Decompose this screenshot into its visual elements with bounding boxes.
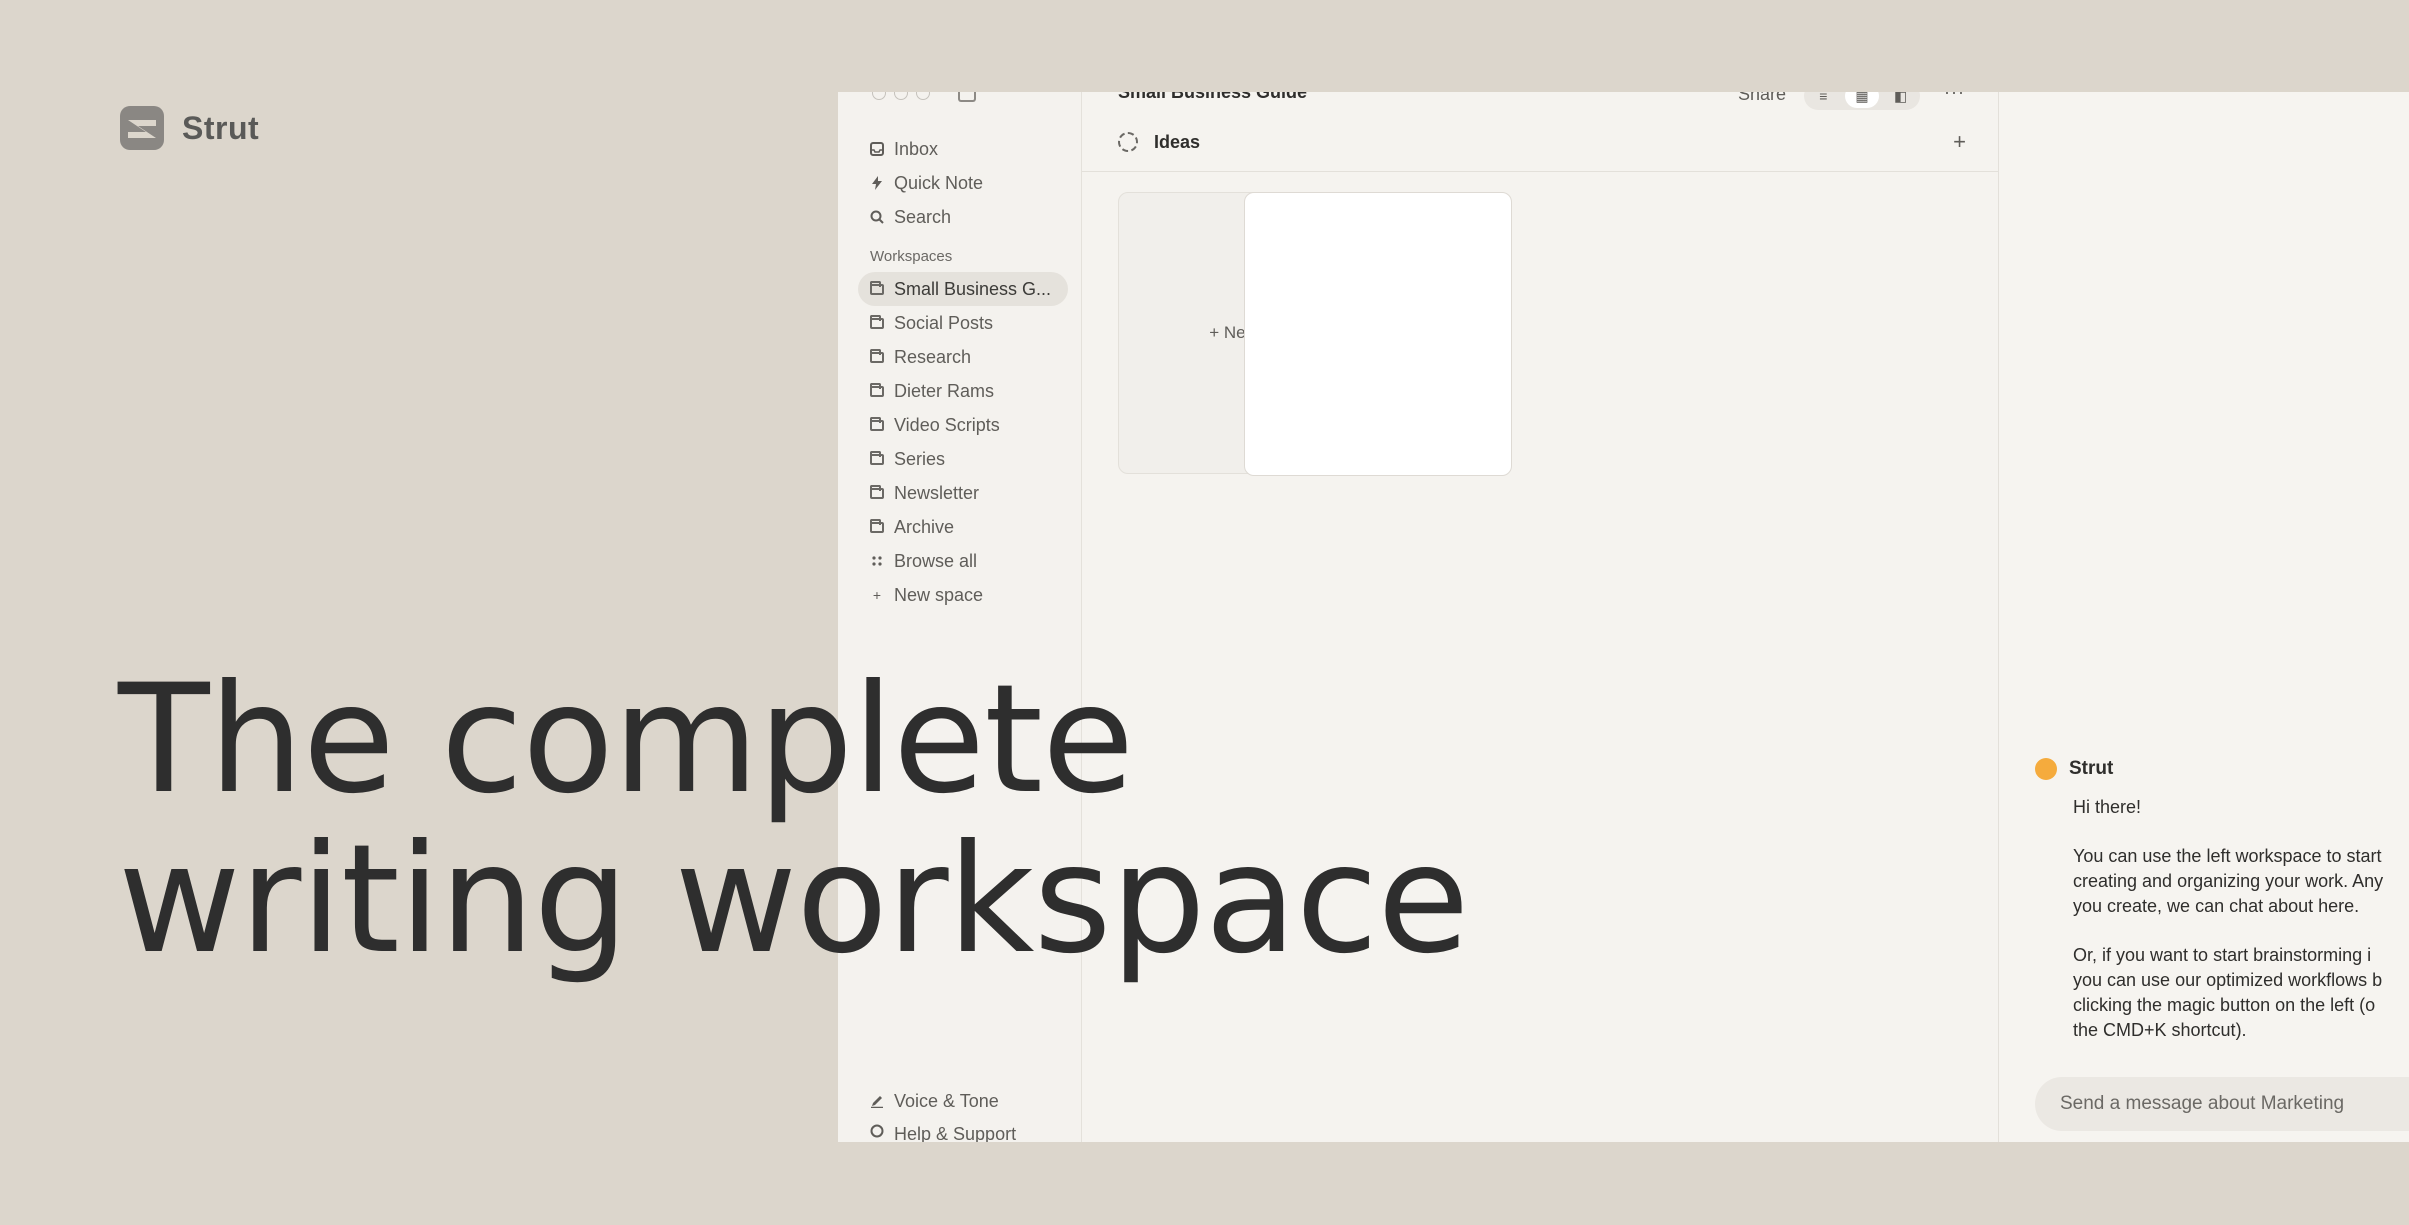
window-controls [872,92,930,100]
chat-message-input[interactable]: Send a message about Marketing [2035,1077,2409,1131]
more-options-button[interactable]: ··· [1944,92,1965,103]
section-title: Ideas [1154,131,1201,152]
hero-headline: The complete writing workspace [118,653,1470,987]
folder-icon [870,280,884,296]
sidebar-item-label: Inbox [894,138,939,159]
folder-icon [870,348,884,364]
sidebar-nav: Inbox Quick Note Search Workspaces Small… [858,132,1068,612]
plus-icon: + [872,587,882,603]
sidebar-item-label: Search [894,206,952,227]
view-toggle: ≡ ▦ ◧ [1804,92,1920,110]
sidebar-item-label: New space [894,584,984,605]
search-icon [870,210,884,224]
sidebar-item-archive[interactable]: Archive [858,510,1068,544]
chat-paragraph: You can use the left workspace to start … [2073,844,2409,919]
maximize-window-button[interactable] [916,92,930,100]
sidebar-item-search[interactable]: Search [858,200,1068,234]
chat-line: you can use our optimized workflows b [2073,970,2383,990]
assistant-avatar [2035,758,2057,780]
chat-line: the CMD+K shortcut). [2073,1020,2247,1040]
pen-icon [870,1094,884,1108]
folder-icon [870,314,884,330]
sidebar-item-label: Video Scripts [894,414,1000,435]
sidebar-item-voice-tone[interactable]: Voice & Tone [858,1084,1068,1118]
inbox-icon [870,142,884,156]
sidebar-item-dieter-rams[interactable]: Dieter Rams [858,374,1068,408]
chat-line: creating and organizing your work. Any [2073,871,2384,891]
sidebar-item-video-scripts[interactable]: Video Scripts [858,408,1068,442]
sidebar-bottom: Voice & Tone Help & Support [858,1084,1068,1142]
status-dashed-circle-icon [1118,132,1138,152]
sidebar-item-label: Quick Note [894,172,984,193]
close-window-button[interactable] [872,92,886,100]
section-ideas-header: Ideas + [1118,124,1978,160]
sidebar-item-small-business-guide[interactable]: Small Business G... [858,272,1068,306]
sidebar-item-label: Archive [894,516,955,537]
assistant-name: Strut [2069,758,2114,779]
sidebar-item-label: Help & Support [894,1124,1017,1142]
chat-line: Or, if you want to start brainstorming i [2073,945,2372,965]
sidebar-item-label: Social Posts [894,312,994,333]
sidebar-item-social-posts[interactable]: Social Posts [858,306,1068,340]
chat-line: clicking the magic button on the left (o [2073,995,2376,1015]
chat-message: Hi there! You can use the left workspace… [2073,795,2409,1067]
grid-view-icon[interactable]: ▦ [1844,92,1879,108]
strut-logo-icon [120,106,164,150]
folder-icon [870,484,884,500]
sidebar-item-label: Small Business G... [894,278,1052,299]
sidebar-item-new-space[interactable]: + New space [858,578,1068,612]
folder-icon [870,450,884,466]
sidebar-toggle-icon[interactable] [958,92,976,102]
sidebar-item-browse-all[interactable]: Browse all [858,544,1068,578]
sidebar-item-label: Dieter Rams [894,380,995,401]
sidebar-item-label: Series [894,448,946,469]
chat-panel: Strut Hi there! You can use the left wor… [1998,92,2409,1142]
workspaces-heading: Workspaces [870,248,953,265]
help-icon [870,1124,884,1138]
page-title: Small Business Guide [1118,92,1308,102]
add-to-ideas-button[interactable]: + [1953,129,1966,155]
bolt-icon [870,176,884,190]
grid-dots-icon [870,554,884,568]
sidebar-item-label: Voice & Tone [894,1090,999,1111]
brand: Strut [118,104,259,152]
chat-line: You can use the left workspace to start [2073,846,2382,866]
chat-greeting: Hi there! [2073,797,2142,817]
sidebar-item-newsletter[interactable]: Newsletter [858,476,1068,510]
folder-icon [870,518,884,534]
sidebar-item-quick-note[interactable]: Quick Note [858,166,1068,200]
sidebar-item-series[interactable]: Series [858,442,1068,476]
folder-icon [870,416,884,432]
chat-header: Strut [2035,758,2113,780]
sidebar-item-inbox[interactable]: Inbox [858,132,1068,166]
headline-line: writing workspace [118,813,1470,987]
sidebar-item-label: Newsletter [894,482,980,503]
sidebar-item-label: Research [894,346,972,367]
folder-icon [870,382,884,398]
share-button[interactable]: Share [1738,92,1786,105]
divider [1082,171,1998,172]
list-view-icon[interactable]: ≡ [1806,92,1840,108]
board-view-icon[interactable]: ◧ [1884,92,1918,108]
sidebar-item-label: Browse all [894,550,978,571]
doc-card-hiring[interactable] [1244,192,1512,476]
chat-paragraph: Or, if you want to start brainstorming i… [2073,943,2409,1043]
sidebar-item-help-support[interactable]: Help & Support [858,1120,1068,1142]
minimize-window-button[interactable] [894,92,908,100]
brand-name: Strut [182,109,260,146]
headline-line: The complete [118,653,1134,827]
chat-line: you create, we can chat about here. [2073,896,2360,916]
sidebar-item-research[interactable]: Research [858,340,1068,374]
